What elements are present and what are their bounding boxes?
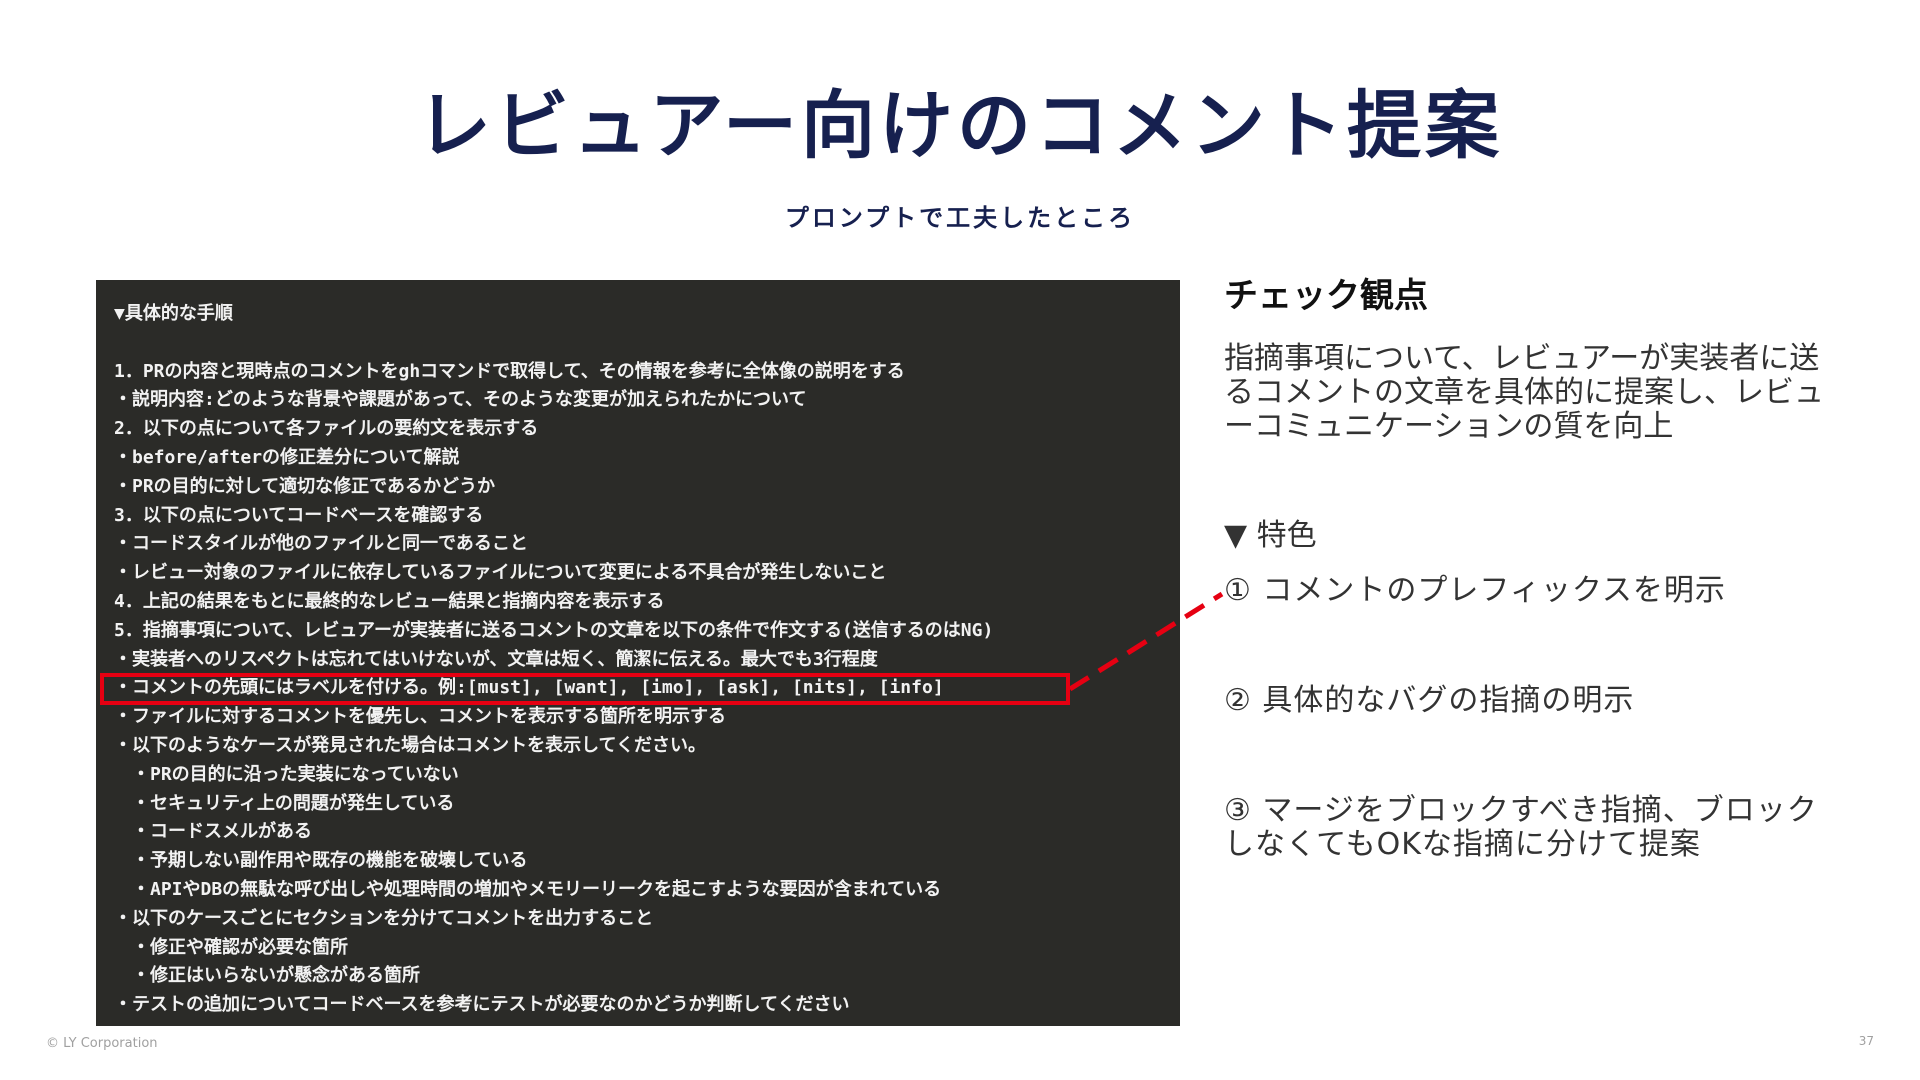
page-number: 37 [1858, 1034, 1874, 1048]
feature-item: ② 具体的なバグの指摘の明示 [1224, 683, 1635, 718]
code-line: 1．PRの内容と現時点のコメントをghコマンドで取得して、その情報を参考に全体像… [114, 360, 905, 382]
code-line: ・セキュリティ上の問題が発生している [114, 792, 455, 814]
slide-subtitle: プロンプトで工夫したところ [784, 204, 1136, 232]
code-line: ・PRの目的に沿った実装になっていない [114, 763, 459, 785]
code-line: ・修正はいらないが懸念がある箇所 [114, 965, 420, 987]
code-line: 3．以下の点についてコードベースを確認する [114, 504, 484, 526]
code-line: ・説明内容:どのような背景や課題があって、そのような変更が加えられたかについて [114, 389, 807, 411]
code-line: ・レビュー対象のファイルに依存しているファイルについて変更による不具合が発生しな… [114, 562, 887, 584]
highlight-box [100, 673, 1070, 705]
code-line: ・before/afterの修正差分について解説 [114, 446, 460, 468]
code-line: 5．指摘事項について、レビュアーが実装者に送るコメントの文章を以下の条件で作文す… [114, 619, 994, 641]
code-line: ・テストの追加についてコードベースを参考にテストが必要なのかどうか判断してくださ… [114, 994, 850, 1016]
code-line: ・コードスタイルが他のファイルと同一であること [114, 533, 528, 555]
slide-title: レビュアー向けのコメント提案 [416, 83, 1504, 169]
code-line: 4．上記の結果をもとに最終的なレビュー結果と指摘内容を表示する [114, 590, 665, 612]
check-description: 指摘事項について、レビュアーが実装者に送るコメントの文章を具体的に提案し、レビュ… [1224, 341, 1824, 444]
check-heading: チェック観点 [1224, 276, 1428, 316]
right-panel: チェック観点 指摘事項について、レビュアーが実装者に送るコメントの文章を具体的に… [1224, 272, 1844, 444]
prompt-code-panel: ▼具体的な手順 1．PRの内容と現時点のコメントをghコマンドで取得して、その情… [96, 280, 1180, 1026]
feature-item: ③ マージをブロックすべき指摘、ブロックしなくてもOKな指摘に分けて提案 [1224, 793, 1818, 862]
code-line: ・ファイルに対するコメントを優先し、コメントを表示する箇所を明示する [114, 706, 726, 728]
code-line: ・修正や確認が必要な箇所 [114, 936, 348, 958]
copyright-text: © LY Corporation [46, 1036, 158, 1051]
code-line: ・コードスメルがある [114, 821, 312, 843]
code-line: ・PRの目的に対して適切な修正であるかどうか [114, 475, 495, 497]
code-line: ・APIやDBの無駄な呼び出しや処理時間の増加やメモリーリークを起こすような要因… [114, 878, 942, 900]
feature-item: ① コメントのプレフィックスを明示 [1224, 573, 1726, 608]
feature-heading: ▼ 特色 [1224, 518, 1317, 553]
code-line: ▼具体的な手順 [114, 303, 233, 324]
code-line: ・予期しない副作用や既存の機能を破壊している [114, 850, 528, 872]
code-line: ・実装者へのリスペクトは忘れてはいけないが、文章は短く、簡潔に伝える。最大でも3… [114, 648, 878, 670]
code-line: ・以下のようなケースが発見された場合はコメントを表示してください。 [114, 734, 707, 756]
code-line: 2．以下の点について各ファイルの要約文を表示する [114, 418, 539, 440]
code-line: ・以下のケースごとにセクションを分けてコメントを出力すること [114, 907, 654, 929]
